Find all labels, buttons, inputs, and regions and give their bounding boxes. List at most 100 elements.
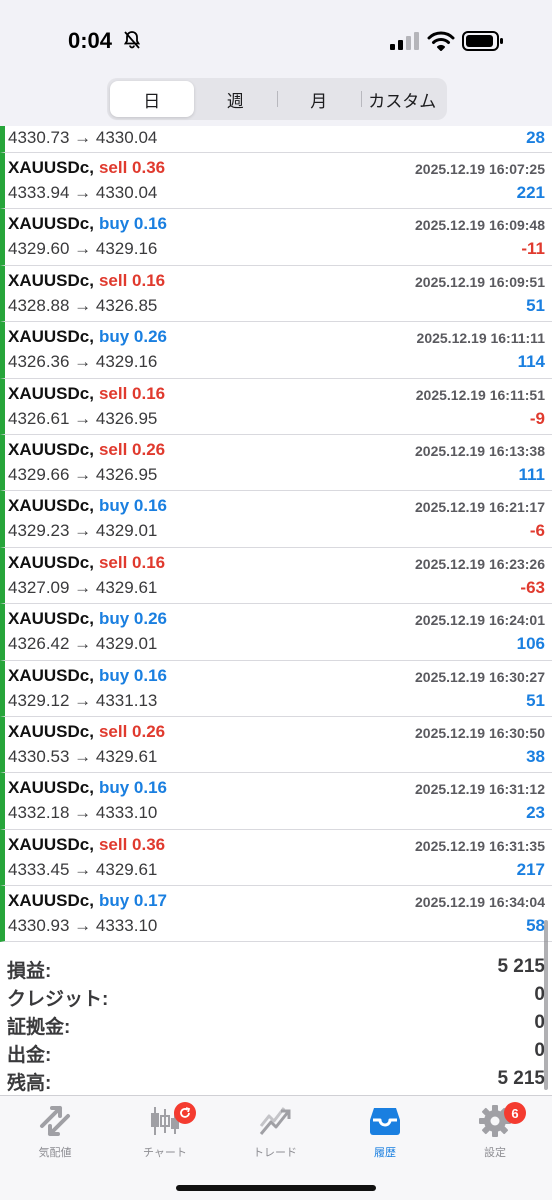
period-segmented-control: 日 週 月 カスタム [107, 78, 447, 120]
deal-side: buy 0.16 [98, 665, 168, 685]
deal-row[interactable]: XAUUSDc, sell 0.36 2025.12.19 16:07:25 4333… [0, 153, 552, 210]
deal-header: XAUUSDc, sell 0.16 [8, 271, 165, 291]
deal-prices: 4329.23 → 4329.01 [8, 521, 158, 541]
deal-side: buy 0.16 [98, 214, 168, 234]
deal-symbol: XAUUSDc, [8, 214, 94, 234]
deal-profit: 106 [516, 634, 545, 654]
deal-row[interactable]: XAUUSDc, buy 0.16 2025.12.19 16:21:17 4329.… [0, 491, 552, 548]
deal-time: 2025.12.19 16:31:35 [415, 837, 545, 854]
summary-row: 出金: 0 [0, 1038, 552, 1066]
tab-label: 設定 [484, 1147, 506, 1159]
deal-side: sell 0.36 [98, 834, 166, 854]
deal-side: buy 0.16 [98, 496, 168, 516]
deal-time: 2025.12.19 16:11:51 [415, 386, 545, 403]
deal-time: 2025.12.19 16:34:04 [415, 894, 545, 911]
deal-side: buy 0.26 [98, 609, 168, 629]
deal-row-partial[interactable]: 4330.73 → 4330.04 28 [0, 126, 552, 153]
deal-profit: -9 [529, 408, 545, 428]
deal-prices: 4329.12 → 4331.13 [8, 690, 158, 710]
deal-profit: -11 [521, 239, 545, 259]
deal-header: XAUUSDc, buy 0.16 [8, 214, 167, 234]
deal-side: sell 0.36 [98, 158, 166, 177]
deal-profit: 28 [526, 128, 545, 147]
scroll-indicator [544, 920, 548, 1090]
deal-header: XAUUSDc, sell 0.16 [8, 384, 165, 404]
deal-symbol: XAUUSDc, [8, 609, 94, 629]
period-tab-month[interactable]: 月 [277, 81, 361, 117]
deal-row[interactable]: XAUUSDc, sell 0.16 2025.12.19 16:11:51 4326… [0, 378, 552, 435]
signal-icon [390, 32, 419, 50]
deal-header: XAUUSDc, sell 0.36 [8, 158, 165, 178]
deal-header: XAUUSDc, buy 0.16 [8, 666, 167, 686]
deal-profit: 51 [526, 295, 545, 315]
tab-history[interactable]: 履歴 [340, 1104, 430, 1164]
deal-row[interactable]: XAUUSDc, buy 0.16 2025.12.19 16:30:27 4329.… [0, 660, 552, 717]
deal-row[interactable]: XAUUSDc, buy 0.16 2025.12.19 16:31:12 4332.… [0, 773, 552, 830]
deal-symbol: XAUUSDc, [8, 383, 94, 403]
summary-label: クレジット: [7, 989, 109, 1010]
deal-side: sell 0.26 [98, 721, 166, 741]
summary-row: 損益: 5 215 [0, 954, 552, 982]
summary-section: 損益: 5 215 クレジット: 0 証拠金: 0 出金: 0 残高: 5 215 [0, 954, 552, 1094]
deal-profit: 38 [526, 746, 545, 766]
period-tab-custom[interactable]: カスタム [360, 81, 445, 117]
deal-header: XAUUSDc, buy 0.26 [8, 609, 167, 629]
deal-symbol: XAUUSDc, [8, 778, 94, 798]
deal-row[interactable]: XAUUSDc, sell 0.16 2025.12.19 16:09:51 4328… [0, 265, 552, 323]
period-tab-week[interactable]: 週 [194, 81, 278, 117]
deal-row[interactable]: XAUUSDc, sell 0.26 2025.12.19 16:30:50 4330… [0, 716, 552, 774]
deal-time: 2025.12.19 16:30:27 [415, 668, 545, 685]
settings-badge: 6 [504, 1102, 526, 1124]
deal-side: buy 0.16 [98, 778, 168, 798]
deal-row[interactable]: XAUUSDc, buy 0.26 2025.12.19 16:24:01 4326.… [0, 604, 552, 661]
tab-trade[interactable]: トレード [230, 1104, 320, 1164]
deal-time: 2025.12.19 16:11:11 [416, 330, 545, 347]
deal-row[interactable]: XAUUSDc, sell 0.16 2025.12.19 16:23:26 4327… [0, 547, 552, 605]
deal-row[interactable]: XAUUSDc, sell 0.26 2025.12.19 16:13:38 4329… [0, 434, 552, 492]
deal-symbol: XAUUSDc, [8, 891, 94, 911]
summary-row: クレジット: 0 [0, 982, 552, 1010]
deal-side: buy 0.17 [98, 891, 168, 911]
tab-chart[interactable]: チャート [120, 1102, 210, 1164]
deals-list: 4330.73 → 4330.04 28 XAUUSDc, sell 0.36 20… [0, 126, 552, 943]
deal-time: 2025.12.19 16:21:17 [415, 499, 545, 516]
summary-value: 5 215 [497, 1068, 545, 1089]
summary-row: 証拠金: 0 [0, 1010, 552, 1038]
deal-time: 2025.12.19 16:31:12 [415, 781, 545, 798]
deal-header: XAUUSDc, sell 0.26 [8, 722, 165, 742]
refresh-icon [174, 1102, 196, 1124]
deal-header: XAUUSDc, buy 0.16 [8, 496, 167, 516]
deal-prices: 4328.88 → 4326.85 [8, 295, 158, 315]
bottom-tab-bar: 気配値 チャート トレード 履歴 6 設定 [0, 1095, 552, 1200]
status-time: 0:04 [68, 28, 113, 53]
deal-row[interactable]: XAUUSDc, buy 0.26 2025.12.19 16:11:11 4326.… [0, 322, 552, 379]
deal-profit: 51 [526, 690, 545, 710]
wifi-icon [427, 31, 455, 51]
deal-header: XAUUSDc, sell 0.26 [8, 440, 165, 460]
deal-row[interactable]: XAUUSDc, sell 0.36 2025.12.19 16:31:35 4333… [0, 829, 552, 887]
deal-row[interactable]: XAUUSDc, buy 0.16 2025.12.19 16:09:48 4329.… [0, 209, 552, 266]
tab-label: トレード [253, 1147, 297, 1159]
deal-symbol: XAUUSDc, [8, 496, 94, 516]
tab-label: 気配値 [38, 1147, 72, 1159]
deal-header: XAUUSDc, sell 0.16 [8, 553, 165, 573]
deal-prices: 4326.61 → 4326.95 [8, 408, 158, 428]
tab-settings[interactable]: 6 設定 [450, 1102, 540, 1164]
deal-symbol: XAUUSDc, [8, 834, 94, 854]
summary-label: 出金: [7, 1045, 52, 1066]
deal-side: sell 0.26 [98, 439, 166, 459]
deal-profit: -6 [529, 521, 545, 541]
deal-prices: 4330.53 → 4329.61 [8, 746, 158, 766]
tab-quotes[interactable]: 気配値 [10, 1104, 100, 1164]
deal-row[interactable]: XAUUSDc, buy 0.17 2025.12.19 16:34:04 4330.… [0, 886, 552, 943]
deal-header: XAUUSDc, buy 0.17 [8, 891, 167, 911]
deal-profit: 111 [518, 464, 546, 484]
deal-prices: 4333.45 → 4329.61 [8, 859, 158, 879]
summary-label: 残高: [7, 1073, 52, 1094]
period-tab-day[interactable]: 日 [110, 81, 194, 117]
battery-icon [462, 31, 503, 51]
deal-prices: 4329.66 → 4326.95 [8, 464, 158, 484]
deal-symbol: XAUUSDc, [8, 327, 94, 347]
deal-prices: 4327.09 → 4329.61 [8, 577, 158, 597]
deal-time: 2025.12.19 16:13:38 [415, 442, 545, 459]
